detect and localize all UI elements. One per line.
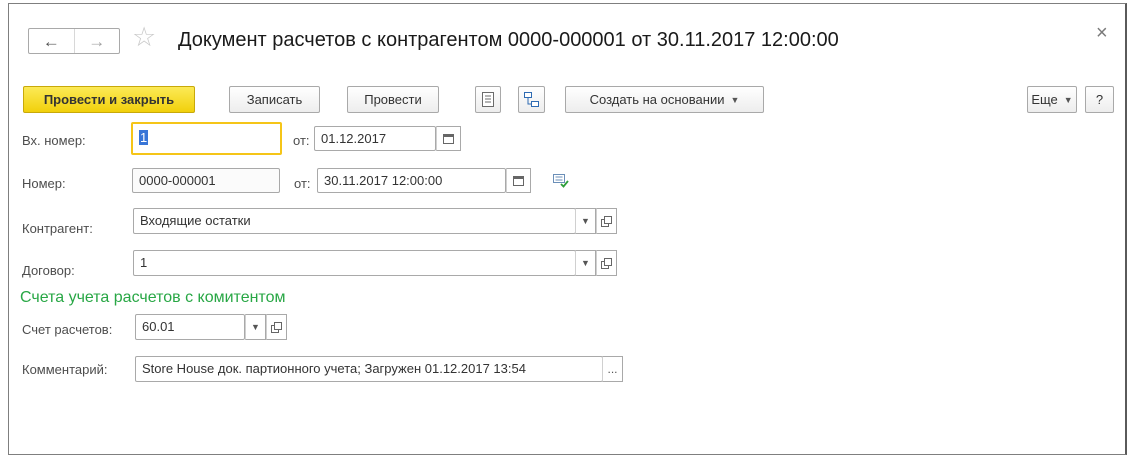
contract-dropdown-button[interactable]: ▼ — [575, 250, 596, 276]
open-icon[interactable] — [266, 314, 287, 340]
open-icon[interactable] — [596, 208, 617, 234]
post-and-close-button[interactable]: Провести и закрыть — [23, 86, 195, 113]
number-label: Номер: — [22, 176, 66, 191]
forward-arrow-icon[interactable]: → — [73, 29, 120, 53]
counterparty-field[interactable]: Входящие остатки — [133, 208, 576, 234]
chevron-down-icon: ▼ — [1063, 94, 1073, 105]
navigation-buttons: ← → — [28, 28, 120, 54]
section-title: Счета учета расчетов с комитентом — [20, 289, 286, 306]
account-label: Счет расчетов: — [22, 322, 113, 337]
report-icon[interactable] — [475, 86, 501, 113]
create-based-on-label: Создать на основании — [589, 92, 725, 107]
chevron-down-icon: ▼ — [730, 94, 740, 105]
save-button[interactable]: Записать — [229, 86, 320, 113]
in-number-label: Вх. номер: — [22, 133, 86, 148]
comment-label: Комментарий: — [22, 362, 108, 377]
create-based-on-dropdown[interactable]: Создать на основании ▼ — [565, 86, 764, 113]
star-favorite-icon[interactable]: ☆ — [132, 24, 156, 51]
counterparty-dropdown-button[interactable]: ▼ — [575, 208, 596, 234]
number-date-field[interactable]: 30.11.2017 12:00:00 — [317, 168, 506, 193]
page-title: Документ расчетов с контрагентом 0000-00… — [178, 29, 839, 51]
more-label: Еще — [1031, 92, 1058, 107]
more-dropdown[interactable]: Еще ▼ — [1027, 86, 1077, 113]
in-number-date-label: от: — [293, 133, 310, 148]
chevron-down-icon: ▼ — [251, 322, 260, 332]
account-dropdown-button[interactable]: ▼ — [245, 314, 266, 340]
close-icon[interactable]: × — [1096, 23, 1108, 43]
chevron-down-icon: ▼ — [581, 216, 590, 226]
post-button[interactable]: Провести — [347, 86, 439, 113]
comment-field[interactable]: Store House док. партионного учета; Загр… — [135, 356, 603, 382]
back-arrow-icon[interactable]: ← — [29, 29, 74, 53]
in-number-date-field[interactable]: 01.12.2017 — [314, 126, 436, 151]
counterparty-label: Контрагент: — [22, 221, 93, 236]
comment-more-button[interactable]: ... — [602, 356, 623, 382]
calendar-icon[interactable] — [506, 168, 531, 193]
calendar-icon[interactable] — [436, 126, 461, 151]
number-date-label: от: — [294, 176, 311, 191]
open-icon[interactable] — [596, 250, 617, 276]
number-field[interactable]: 0000-000001 — [132, 168, 280, 193]
account-field[interactable]: 60.01 — [135, 314, 245, 340]
in-number-field[interactable]: 1 — [131, 122, 282, 155]
edit-number-icon[interactable] — [553, 172, 569, 188]
in-number-value: 1 — [139, 130, 149, 145]
help-button[interactable]: ? — [1085, 86, 1114, 113]
structure-icon[interactable] — [518, 86, 545, 113]
contract-field[interactable]: 1 — [133, 250, 576, 276]
contract-label: Договор: — [22, 263, 75, 278]
chevron-down-icon: ▼ — [581, 258, 590, 268]
